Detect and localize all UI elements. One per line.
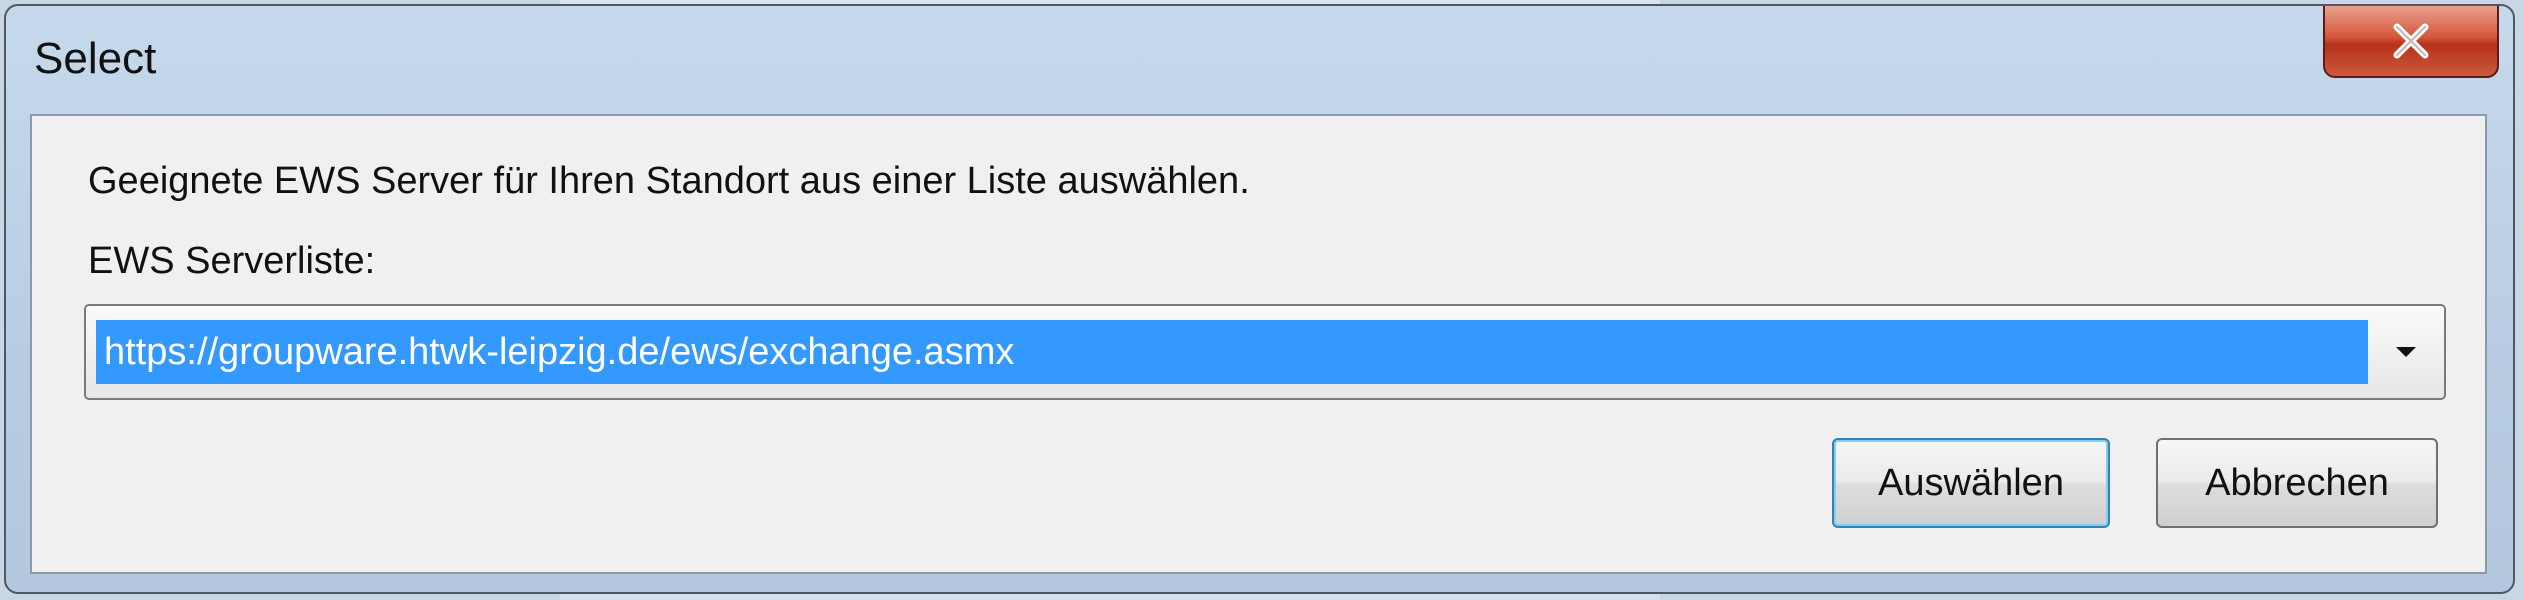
chevron-down-icon	[2396, 347, 2416, 357]
close-button[interactable]	[2323, 6, 2499, 78]
close-icon	[2393, 23, 2429, 59]
dialog-body: Geeignete EWS Server für Ihren Standort …	[30, 114, 2487, 574]
server-dropdown-value[interactable]: https://groupware.htwk-leipzig.de/ews/ex…	[96, 320, 2368, 384]
dropdown-arrow-button[interactable]	[2374, 320, 2438, 384]
server-dropdown[interactable]: https://groupware.htwk-leipzig.de/ews/ex…	[84, 304, 2446, 400]
select-dialog: Select Geeignete EWS Server für Ihren St…	[4, 4, 2515, 594]
window-title: Select	[34, 34, 157, 83]
select-button[interactable]: Auswählen	[1832, 438, 2110, 528]
server-list-label: EWS Serverliste:	[88, 240, 376, 282]
cancel-button[interactable]: Abbrechen	[2156, 438, 2438, 528]
dialog-description: Geeignete EWS Server für Ihren Standort …	[88, 160, 1250, 202]
title-bar[interactable]: Select	[6, 6, 2513, 110]
